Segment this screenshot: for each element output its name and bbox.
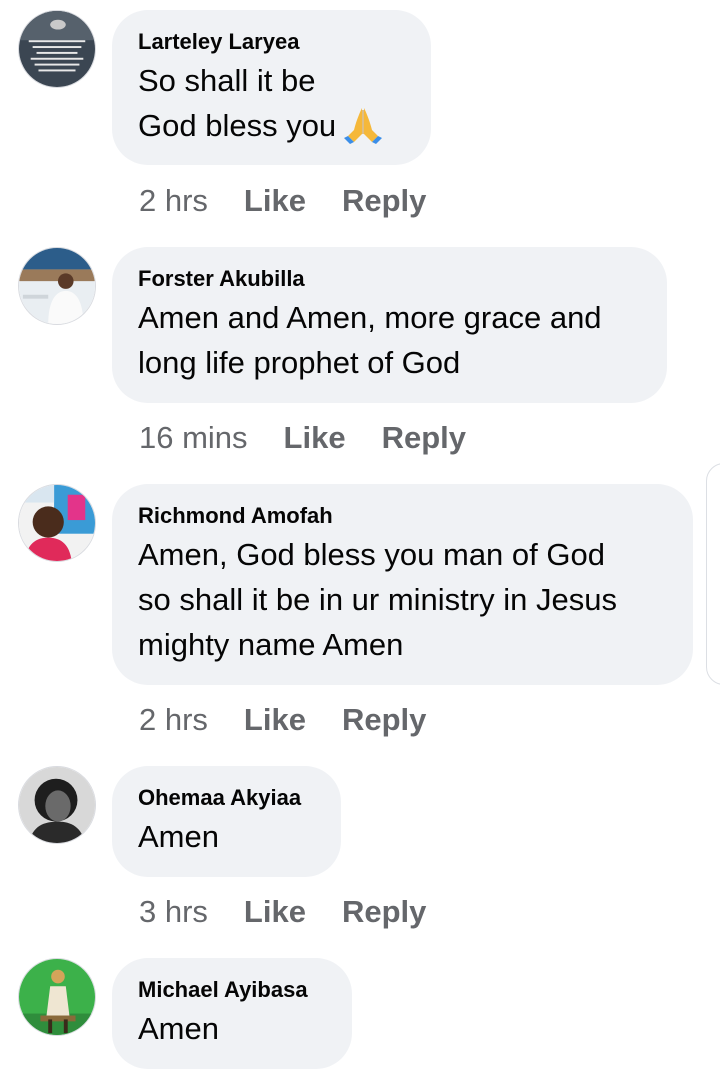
comment-timestamp[interactable]: 2 hrs (139, 702, 208, 738)
avatar[interactable] (18, 484, 96, 562)
comment-text: Amen (138, 1006, 326, 1051)
comment-author[interactable]: Richmond Amofah (138, 502, 667, 530)
comment-line: so shall it be in ur ministry in Jesus (138, 582, 617, 617)
comment-timestamp[interactable]: 16 mins (139, 420, 248, 456)
comment-text: Amen and Amen, more grace and long life … (138, 295, 641, 385)
comment-actions: 2 hrs Like Reply (139, 183, 426, 219)
avatar[interactable] (18, 958, 96, 1036)
comment-bubble: Ohemaa Akyiaa Amen (112, 766, 341, 877)
like-button[interactable]: Like (284, 420, 346, 456)
comment-text: Amen (138, 814, 315, 859)
comment-actions: 2 hrs Like Reply (139, 702, 426, 738)
edge-card (706, 463, 720, 685)
comment-author[interactable]: Larteley Laryea (138, 28, 405, 56)
comment-line: Amen, God bless you man of God (138, 537, 605, 572)
comment-line: mighty name Amen (138, 627, 404, 662)
comment-line: So shall it be (138, 63, 316, 98)
avatar[interactable] (18, 10, 96, 88)
comment-text: Amen, God bless you man of God so shall … (138, 532, 667, 667)
avatar-image (19, 767, 95, 843)
comment-line-text: God bless you (138, 108, 337, 143)
like-button[interactable]: Like (244, 183, 306, 219)
comment-timestamp[interactable]: 3 hrs (139, 894, 208, 930)
comment-author[interactable]: Michael Ayibasa (138, 976, 326, 1004)
comment-author[interactable]: Forster Akubilla (138, 265, 641, 293)
comment-bubble: Forster Akubilla Amen and Amen, more gra… (112, 247, 667, 403)
comment-actions: 3 hrs Like Reply (139, 894, 426, 930)
reply-button[interactable]: Reply (382, 420, 466, 456)
avatar-image (19, 11, 95, 87)
comment-timestamp[interactable]: 2 hrs (139, 183, 208, 219)
comment-bubble: Larteley Laryea So shall it be God bless… (112, 10, 431, 165)
comments-page: Larteley Laryea So shall it be God bless… (0, 0, 720, 1079)
avatar[interactable] (18, 766, 96, 844)
comment-line: Amen (138, 1011, 219, 1046)
like-button[interactable]: Like (244, 702, 306, 738)
avatar-image (19, 485, 95, 561)
avatar-image (19, 959, 95, 1035)
avatar[interactable] (18, 247, 96, 325)
avatar-image (19, 248, 95, 324)
comment-bubble: Richmond Amofah Amen, God bless you man … (112, 484, 693, 685)
comment-line: Amen (138, 819, 219, 854)
like-button[interactable]: Like (244, 894, 306, 930)
reply-button[interactable]: Reply (342, 183, 426, 219)
comment-line: Amen and Amen, more grace and (138, 300, 602, 335)
comment-text: So shall it be God bless you (138, 58, 405, 148)
comment-bubble: Michael Ayibasa Amen (112, 958, 352, 1069)
reply-button[interactable]: Reply (342, 894, 426, 930)
folded-hands-icon (344, 108, 383, 144)
comment-actions: 16 mins Like Reply (139, 420, 466, 456)
comment-author[interactable]: Ohemaa Akyiaa (138, 784, 315, 812)
reply-button[interactable]: Reply (342, 702, 426, 738)
comment-line: long life prophet of God (138, 345, 461, 380)
comment-line: God bless you (138, 103, 405, 148)
